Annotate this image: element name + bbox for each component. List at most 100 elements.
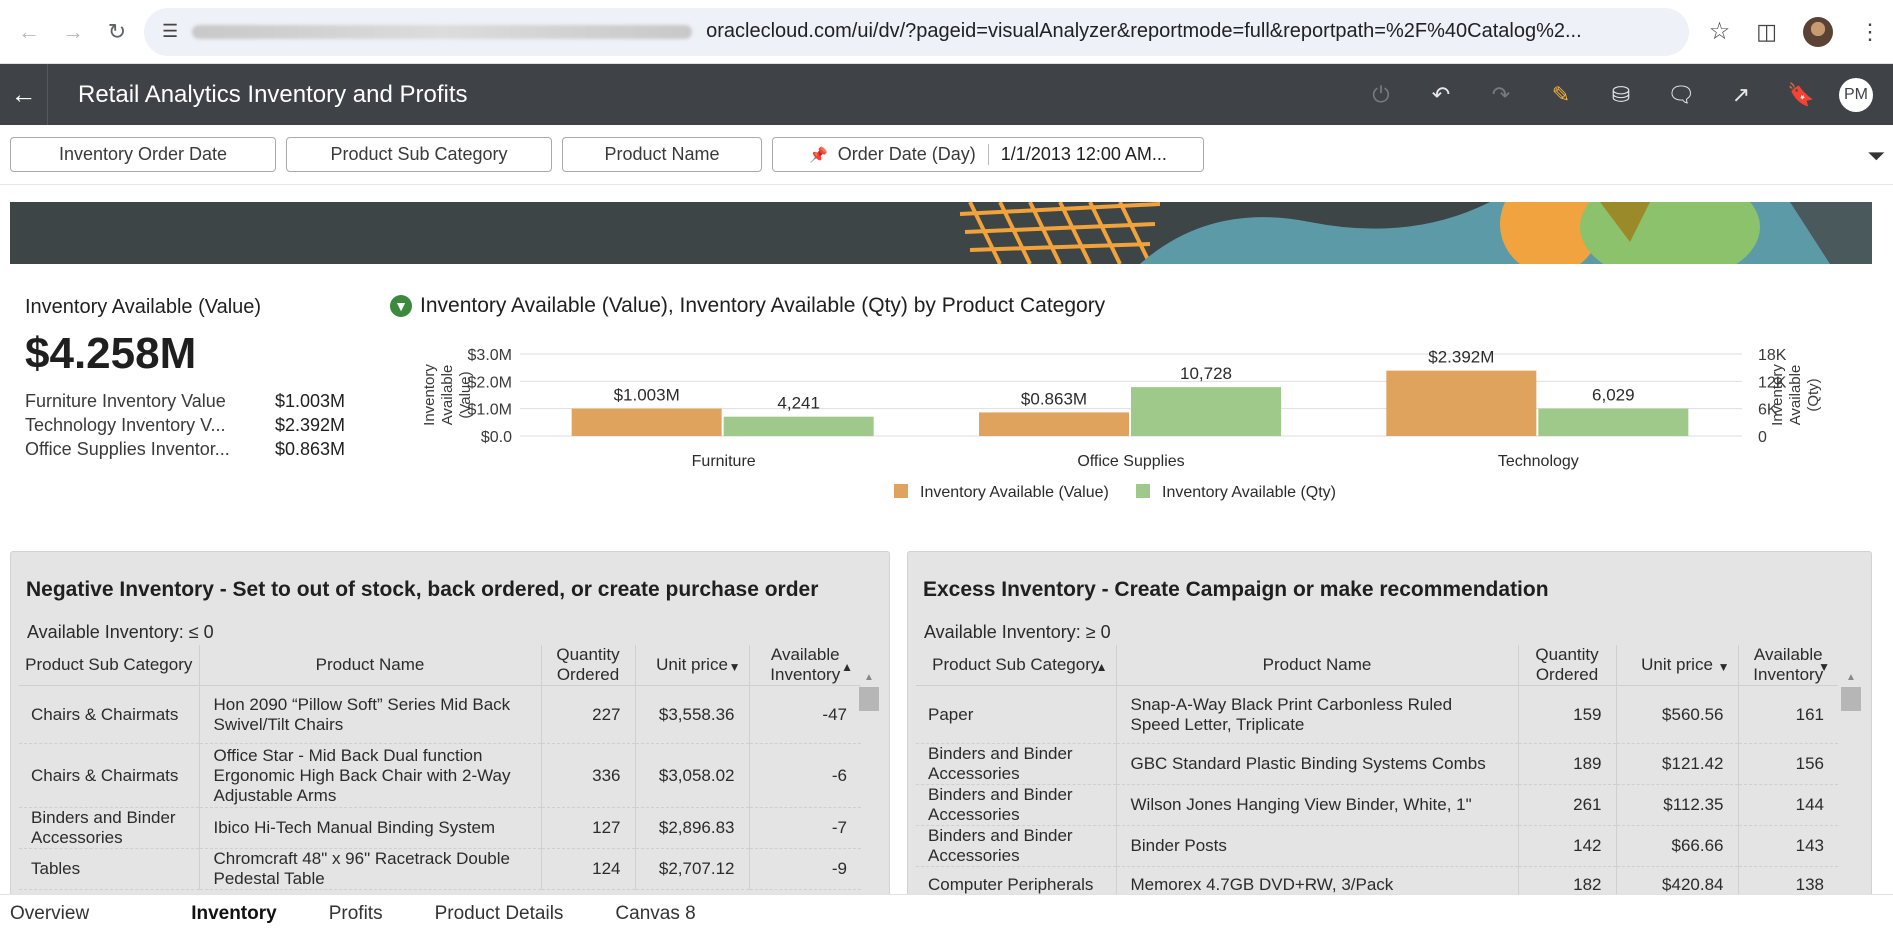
table-cell: $112.35: [1616, 784, 1739, 826]
table-cell: $2,896.83: [635, 807, 750, 849]
extensions-icon[interactable]: ◫: [1756, 19, 1777, 45]
bar: [979, 412, 1129, 436]
table-cell: Paper: [916, 685, 1117, 744]
filter-panel-icon[interactable]: ⏷: [1867, 143, 1885, 169]
table-cell: GBC Standard Plastic Binding Systems Com…: [1116, 743, 1519, 785]
table-row[interactable]: Binders and Binder Accessories Binder Pos…: [916, 825, 1838, 867]
url-text: oraclecloud.com/ui/dv/?pageid=visualAnal…: [706, 20, 1582, 42]
scroll-thumb[interactable]: [1841, 687, 1861, 711]
scroll-thumb[interactable]: [859, 687, 879, 711]
export-icon[interactable]: ↗: [1711, 64, 1771, 125]
tab-inventory[interactable]: Inventory: [181, 903, 277, 925]
filter-inventory-order-date[interactable]: Inventory Order Date: [10, 137, 276, 172]
table-row[interactable]: Chairs & Chairmats Office Star - Mid Back…: [19, 743, 861, 808]
chart-title: Inventory Available (Value), Inventory A…: [420, 294, 1106, 317]
table-cell: $121.42: [1616, 743, 1739, 785]
kpi-value: $4.258M: [25, 329, 197, 378]
table-cell: Wilson Jones Hanging View Binder, White,…: [1116, 784, 1519, 826]
kpi-row: Office Supplies Inventor... $0.863M: [25, 439, 345, 463]
filter-product-sub-category[interactable]: Product Sub Category: [286, 137, 552, 172]
filter-product-name[interactable]: Product Name: [562, 137, 762, 172]
filter-order-date-day[interactable]: 📌 Order Date (Day) 1/1/2013 12:00 AM...: [772, 137, 1204, 172]
kpi-row-label: Furniture Inventory Value: [25, 391, 226, 411]
filter-value: 1/1/2013 12:00 AM...: [987, 144, 1167, 165]
browser-toolbar: ← → ↻ ☰ oraclecloud.com/ui/dv/?pageid=vi…: [0, 0, 1893, 64]
column-header[interactable]: Unit price: [635, 645, 750, 686]
column-header[interactable]: Product Sub Category: [916, 645, 1117, 686]
table-cell: -7: [749, 807, 861, 849]
table-cell: $66.66: [1616, 825, 1739, 867]
redo-icon[interactable]: ↷: [1471, 64, 1531, 125]
chart-svg: $0.0$1.0M$2.0M$3.0M06K12K18KInventoryAva…: [421, 347, 1822, 501]
comments-icon[interactable]: 🗨: [1651, 64, 1711, 125]
table-cell: Office Star - Mid Back Dual function Erg…: [199, 743, 542, 808]
y-tick-label: $3.0M: [468, 347, 512, 364]
panel-title: Excess Inventory - Create Campaign or ma…: [923, 578, 1549, 601]
profile-avatar[interactable]: [1803, 16, 1833, 47]
reload-icon[interactable]: ↻: [100, 15, 134, 49]
refresh-icon[interactable]: ⏻: [1351, 64, 1411, 125]
table-cell: 142: [1518, 825, 1617, 867]
column-header[interactable]: Product Name: [199, 645, 542, 686]
y2-axis-title: InventoryAvailable(Qty): [1769, 364, 1822, 426]
table-cell: Binders and Binder Accessories: [916, 784, 1117, 826]
scroll-up-icon[interactable]: ▲: [859, 672, 879, 683]
forward-arrow-icon[interactable]: →: [56, 15, 90, 49]
undo-icon[interactable]: ↶: [1411, 64, 1471, 125]
filter-funnel-icon[interactable]: ▼: [390, 295, 412, 317]
table-cell: Hon 2090 “Pillow Soft” Series Mid Back S…: [199, 685, 542, 744]
table-row[interactable]: Paper Snap-A-Way Black Print Carbonless R…: [916, 685, 1838, 744]
excess-inventory-table: Product Sub Category Product Name Quanti…: [916, 645, 1838, 894]
data-label: 10,728: [1180, 364, 1232, 383]
canvas: Inventory Available (Value) $4.258M Furn…: [0, 186, 1893, 894]
table-cell: 138: [1738, 866, 1838, 894]
site-settings-icon[interactable]: ☰: [162, 21, 178, 42]
back-arrow-icon[interactable]: ←: [12, 15, 46, 49]
scroll-up-icon[interactable]: ▲: [1841, 672, 1861, 683]
column-header[interactable]: Product Name: [1116, 645, 1519, 686]
column-header[interactable]: Quantity Ordered: [1518, 645, 1617, 686]
address-bar[interactable]: ☰ oraclecloud.com/ui/dv/?pageid=visualAn…: [144, 7, 1689, 56]
table-cell: $560.56: [1616, 685, 1739, 744]
table-row[interactable]: Computer Peripherals Memorex 4.7GB DVD+RW…: [916, 866, 1838, 894]
tab-profits[interactable]: Profits: [319, 903, 383, 925]
bookmark-star-icon[interactable]: ☆: [1709, 17, 1731, 46]
browser-menu-icon[interactable]: ⋮: [1859, 19, 1881, 45]
data-label: 6,029: [1592, 386, 1635, 405]
y2-tick-label: 0: [1758, 429, 1767, 446]
tab-product-details[interactable]: Product Details: [425, 903, 564, 925]
table-cell: Memorex 4.7GB DVD+RW, 3/Pack: [1116, 866, 1519, 894]
tab-canvas-8[interactable]: Canvas 8: [605, 903, 695, 925]
tab-overview[interactable]: Overview: [0, 903, 89, 925]
legend-swatch: [1136, 484, 1150, 498]
table-row[interactable]: Tables Chromcraft 48" x 96" Racetrack Dou…: [19, 848, 861, 890]
kpi-title: Inventory Available (Value): [25, 296, 262, 318]
table-cell: 127: [541, 807, 636, 849]
kpi-row-value: $1.003M: [274, 391, 345, 411]
table-cell: 124: [541, 848, 636, 890]
data-refresh-icon[interactable]: ⛁: [1591, 64, 1651, 125]
table-row[interactable]: Binders and Binder Accessories GBC Standa…: [916, 743, 1838, 785]
column-header[interactable]: Unit price: [1616, 645, 1739, 686]
data-label: $1.003M: [614, 386, 680, 405]
bookmark-icon[interactable]: 🔖: [1771, 64, 1831, 125]
column-header[interactable]: Available Inventory: [1738, 645, 1838, 686]
column-header[interactable]: Available Inventory: [749, 645, 861, 686]
column-header[interactable]: Product Sub Category: [19, 645, 200, 686]
kpi-row-label: Technology Inventory V...: [25, 415, 226, 435]
canvas-tabs: Overview Inventory Profits Product Detai…: [0, 894, 1893, 932]
x-tick-label: Office Supplies: [1077, 453, 1184, 470]
table-cell: Computer Peripherals: [916, 866, 1117, 894]
table-row[interactable]: Binders and Binder Accessories Wilson Jon…: [916, 784, 1838, 826]
table-row[interactable]: Chairs & Chairmats Hon 2090 “Pillow Soft”…: [19, 685, 861, 744]
table-cell: Binders and Binder Accessories: [19, 807, 200, 849]
back-icon[interactable]: ←: [0, 64, 48, 125]
bar: [1538, 408, 1689, 436]
table-row[interactable]: Binders and Binder Accessories Ibico Hi-T…: [19, 807, 861, 849]
scrollbar[interactable]: ▲: [1841, 672, 1861, 894]
scrollbar[interactable]: ▲: [859, 672, 879, 894]
edit-icon[interactable]: ✎: [1531, 64, 1591, 125]
user-avatar[interactable]: PM: [1839, 77, 1873, 112]
table-cell: 161: [1738, 685, 1838, 744]
column-header[interactable]: Quantity Ordered: [541, 645, 636, 686]
